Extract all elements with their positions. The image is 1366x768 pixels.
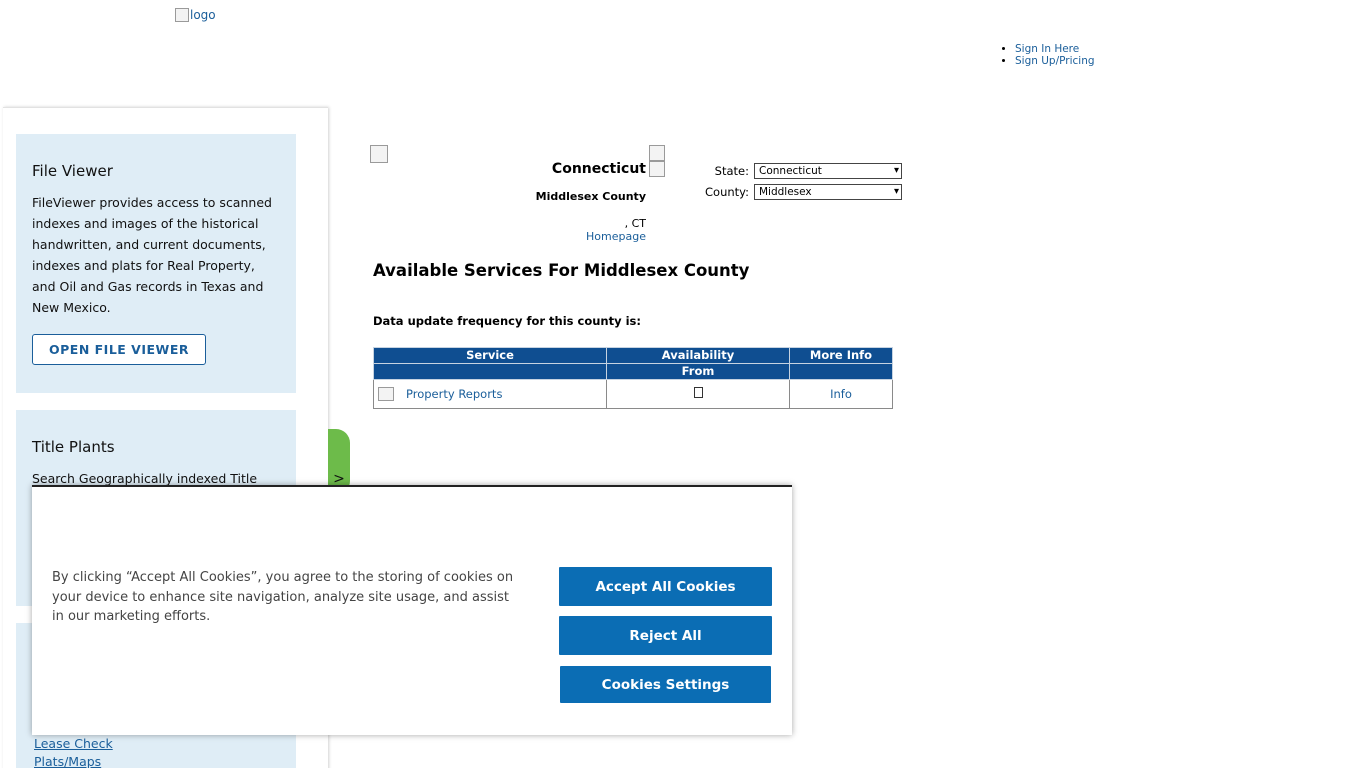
- accept-all-cookies-button[interactable]: Accept All Cookies: [559, 567, 772, 606]
- column-header-service: Service: [373, 347, 607, 364]
- logo-alt-text: logo: [190, 8, 216, 22]
- homepage-link[interactable]: Homepage: [586, 230, 646, 243]
- chevron-down-icon: ▾: [893, 164, 899, 176]
- page-title: Available Services For Middlesex County: [373, 261, 750, 280]
- county-name: Middlesex County: [535, 190, 646, 203]
- state-images: [649, 145, 665, 177]
- reject-all-button[interactable]: Reject All: [559, 616, 772, 655]
- services-table: Service Availability More Info From Prop…: [373, 347, 893, 409]
- open-file-viewer-button[interactable]: OPEN FILE VIEWER: [32, 334, 207, 365]
- column-header-availability: Availability: [606, 347, 790, 364]
- file-viewer-title: File Viewer: [32, 162, 113, 180]
- state-flag-icon: [649, 161, 665, 177]
- state-seal-icon: [649, 145, 665, 161]
- subheader-empty: [373, 363, 607, 380]
- cookies-settings-button[interactable]: Cookies Settings: [560, 666, 771, 703]
- county-row: County: Middlesex ▾: [705, 181, 902, 202]
- lease-check-link[interactable]: Lease Check: [34, 735, 280, 753]
- state-name: Connecticut: [551, 161, 646, 177]
- sign-up-link[interactable]: Sign Up/Pricing: [1015, 55, 1095, 67]
- state-row: State: Connecticut ▾: [705, 160, 902, 181]
- service-image-icon: [378, 387, 394, 402]
- state-select[interactable]: Connecticut ▾: [754, 162, 902, 179]
- state-label: State:: [714, 163, 749, 178]
- site-logo[interactable]: logo: [175, 8, 216, 22]
- more-info-cell: Info: [789, 379, 893, 409]
- cookie-consent-text: By clicking “Accept All Cookies”, you ag…: [52, 570, 514, 624]
- column-header-more-info: More Info: [789, 347, 893, 364]
- auth-links: Sign In Here Sign Up/Pricing: [1002, 43, 1095, 67]
- state-select-value: Connecticut: [759, 164, 822, 177]
- sign-in-link[interactable]: Sign In Here: [1015, 43, 1079, 55]
- availability-cell: [606, 379, 790, 409]
- availability-box-icon: [693, 387, 703, 398]
- state-abbrev: , CT: [624, 217, 646, 230]
- logo-image-icon: [175, 8, 189, 22]
- table-row: Property Reports Info: [373, 379, 893, 409]
- service-cell: Property Reports: [373, 379, 607, 409]
- auth-link-item: Sign In Here: [1015, 43, 1095, 55]
- info-link[interactable]: Info: [830, 387, 852, 401]
- county-select-value: Middlesex: [759, 185, 812, 198]
- header-image-icon: [370, 145, 388, 163]
- sidebar-links: Lease Check Plats/Maps: [34, 735, 280, 768]
- file-viewer-description: FileViewer provides access to scanned in…: [32, 195, 272, 315]
- column-subheader-from: From: [606, 363, 790, 380]
- county-label: County:: [705, 184, 749, 199]
- update-frequency-text: Data update frequency for this county is…: [373, 314, 642, 328]
- table-subheader-row: From: [373, 363, 893, 380]
- auth-link-item: Sign Up/Pricing: [1015, 55, 1095, 67]
- title-plants-title: Title Plants: [32, 438, 115, 456]
- county-select[interactable]: Middlesex ▾: [754, 183, 902, 200]
- location-selectors: State: Connecticut ▾ County: Middlesex ▾: [705, 160, 902, 202]
- table-header-row: Service Availability More Info: [373, 347, 893, 364]
- property-reports-link[interactable]: Property Reports: [406, 387, 502, 401]
- file-viewer-card: File Viewer FileViewer provides access t…: [16, 134, 296, 393]
- chevron-down-icon: ▾: [893, 185, 899, 197]
- subheader-empty: [789, 363, 893, 380]
- cookie-banner: By clicking “Accept All Cookies”, you ag…: [32, 485, 792, 735]
- plats-maps-link[interactable]: Plats/Maps: [34, 753, 280, 768]
